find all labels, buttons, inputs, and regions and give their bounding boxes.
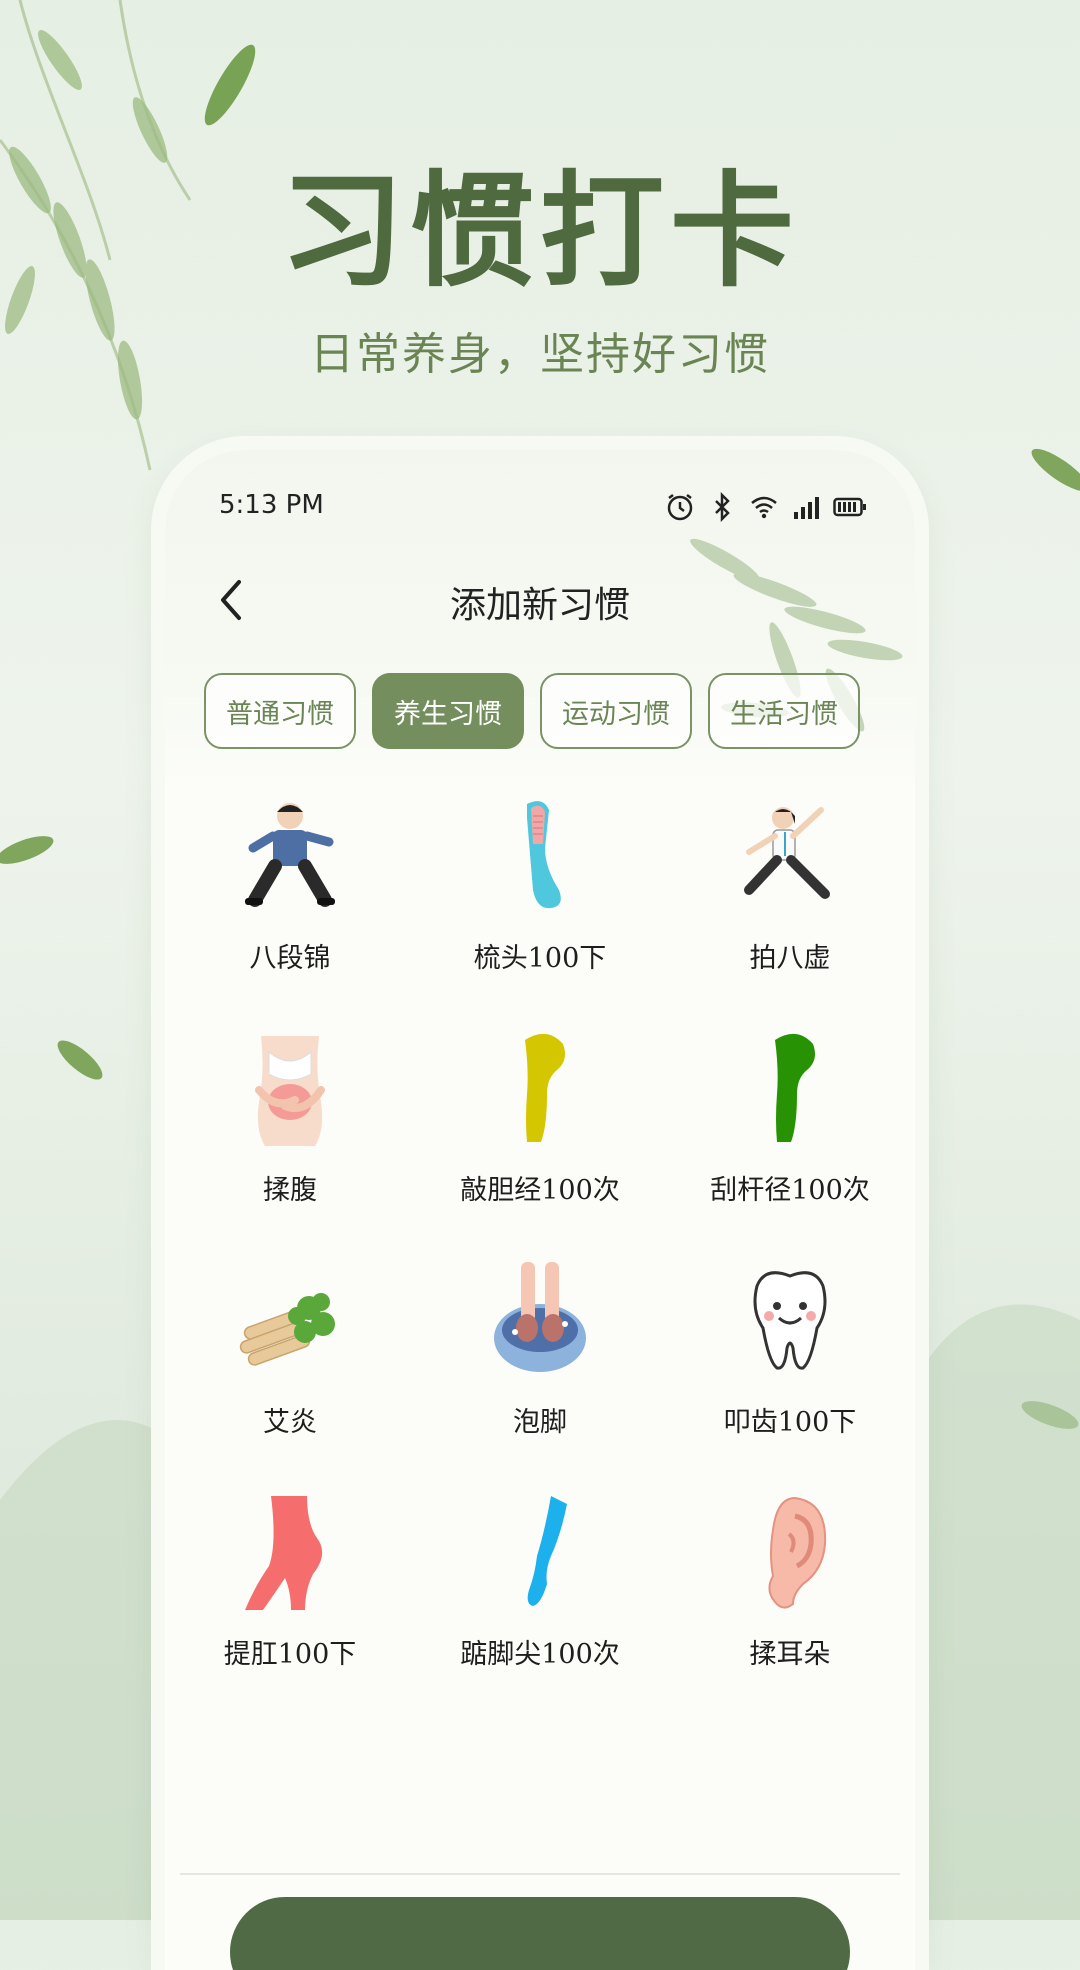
tab-sport-habits[interactable]: 运动习惯 [540,673,692,749]
habit-item-comb-hair[interactable]: 梳头100下 [415,798,665,1030]
habit-label: 泡脚 [513,1407,567,1438]
bottom-divider [180,1873,900,1875]
habit-label: 艾炎 [263,1407,317,1438]
hero-subtitle: 日常养身，坚持好习惯 [310,329,770,380]
habit-item-rub-belly[interactable]: 揉腹 [165,1030,415,1262]
habit-label: 踮脚尖100次 [460,1639,620,1670]
habit-item-pat-baxu[interactable]: 拍八虚 [665,798,915,1030]
page-title: 添加新习惯 [449,585,630,626]
habit-item-scrape-shin[interactable]: 刮杆径100次 [665,1030,915,1262]
habit-item-rub-ears[interactable]: 揉耳朵 [665,1494,915,1726]
habit-label: 叩齿100下 [723,1407,857,1438]
habit-item-tap-teeth[interactable]: 叩齿100下 [665,1262,915,1494]
habit-item-gallbladder-meridian[interactable]: 敲胆经100次 [415,1030,665,1262]
status-icons [665,491,867,523]
comb-icon [527,801,561,909]
status-bar: 5:13 PM [165,488,915,528]
habit-item-foot-soak[interactable]: 泡脚 [415,1262,665,1494]
habit-label: 拍八虚 [749,943,831,974]
habit-label: 揉腹 [263,1175,317,1206]
signal-icon [791,492,821,522]
habit-label: 刮杆径100次 [710,1175,870,1206]
leg-yellow-icon [525,1033,565,1142]
habit-item-moxibustion[interactable]: 艾炎 [165,1262,415,1494]
habit-label: 敲胆经100次 [460,1175,620,1206]
battery-icon [833,492,867,522]
moxa-herb-icon [239,1293,335,1366]
tai-chi-man-icon [245,803,335,907]
nav-bar: 添加新习惯 [165,570,915,630]
alarm-icon [665,492,695,522]
tooth-icon [753,1271,827,1370]
belly-massage-icon [255,1036,325,1146]
tiptoe-foot-icon [527,1496,567,1606]
category-tabs: 普通习惯 养生习惯 运动习惯 生活习惯 [204,673,860,749]
tab-normal-habits[interactable]: 普通习惯 [204,673,356,749]
tab-life-habits[interactable]: 生活习惯 [708,673,860,749]
habit-label: 提肛100下 [223,1639,357,1670]
phone-mockup: 5:13 PM 添加新习惯 普通习惯 养生习惯 运动习惯 生活习惯 八段锦 梳头… [165,450,915,1970]
status-time: 5:13 PM [219,490,324,520]
habit-grid: 八段锦 梳头100下 拍八虚 揉腹 敲胆经100次 刮杆径100次 艾炎 泡脚 … [165,798,915,1726]
habit-item-baduanjin[interactable]: 八段锦 [165,798,415,1030]
leg-green-icon [775,1033,815,1142]
ear-icon [768,1496,827,1609]
confirm-button[interactable] [230,1897,850,1970]
hero-title: 习惯打卡 [279,159,800,304]
wifi-icon [749,492,779,522]
habit-label: 揉耳朵 [749,1639,831,1670]
habit-item-tiptoe[interactable]: 踮脚尖100次 [415,1494,665,1726]
foot-bath-icon [494,1262,586,1372]
tab-health-habits[interactable]: 养生习惯 [372,673,524,749]
bluetooth-icon [707,491,737,523]
habit-label: 八段锦 [249,943,331,974]
hip-red-icon [245,1496,323,1610]
habit-label: 梳头100下 [473,943,607,974]
kung-fu-woman-icon [744,807,830,899]
habit-item-kegel[interactable]: 提肛100下 [165,1494,415,1726]
